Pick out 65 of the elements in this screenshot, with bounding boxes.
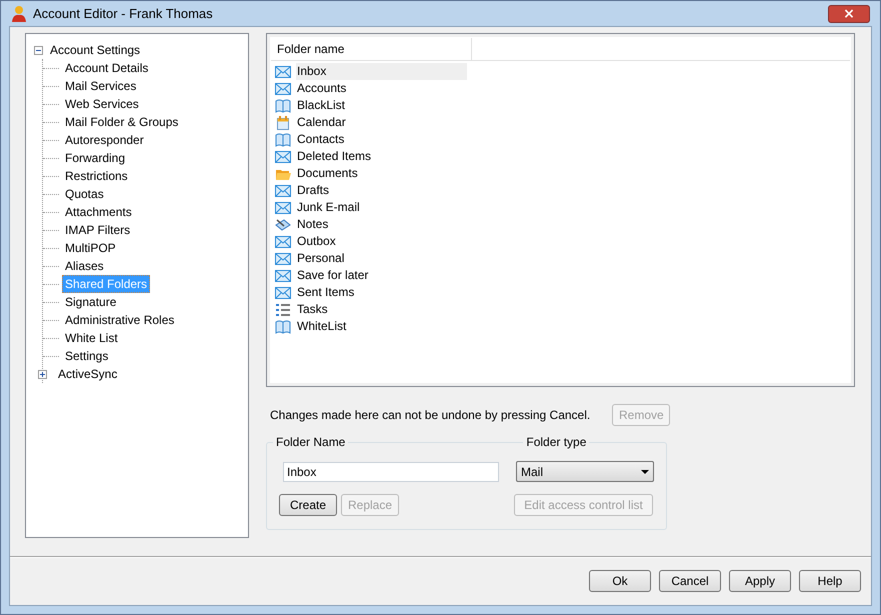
tree-item[interactable]: Forwarding — [62, 149, 128, 167]
tree-item[interactable]: Web Services — [62, 95, 142, 113]
tree-item[interactable]: ActiveSync — [55, 365, 120, 383]
close-button[interactable]: × — [828, 4, 870, 22]
tree-item[interactable]: White List — [62, 329, 121, 347]
list-icon — [275, 302, 291, 316]
tree-item[interactable]: IMAP Filters — [62, 221, 134, 239]
folder-item[interactable]: BlackList — [296, 97, 467, 114]
tree-item[interactable]: Account Details — [62, 59, 152, 77]
dialog-button[interactable]: Help — [799, 570, 861, 592]
dialog-button[interactable]: Apply — [729, 570, 791, 592]
folder-item[interactable]: Junk E-mail — [296, 199, 467, 216]
dialog-button[interactable]: Ok — [589, 570, 651, 592]
tree-item[interactable]: Mail Folder & Groups — [62, 113, 182, 131]
tree-item[interactable]: Attachments — [62, 203, 135, 221]
group-label: Folder type — [523, 435, 590, 449]
folder-name-field[interactable]: Inbox — [283, 462, 499, 482]
notepad-icon — [275, 218, 291, 232]
folder-item[interactable]: Accounts — [296, 80, 467, 97]
warning-text: Changes made here can not be undone by pressing Cancel. — [270, 408, 590, 422]
folder-item[interactable]: WhiteList — [296, 318, 467, 335]
window-title: Account Editor - Frank Thomas — [33, 6, 214, 21]
folder-item[interactable]: Notes — [296, 216, 467, 233]
folder-item[interactable]: Calendar — [296, 114, 467, 131]
folder-item[interactable]: Deleted Items — [296, 148, 467, 165]
folder-item[interactable]: Drafts — [296, 182, 467, 199]
tree-item[interactable]: Mail Services — [62, 77, 140, 95]
envelope-icon — [275, 252, 291, 266]
envelope-icon — [275, 150, 291, 164]
book-icon — [275, 132, 291, 146]
envelope-icon — [275, 286, 291, 300]
tree-item[interactable]: Autoresponder — [62, 131, 147, 149]
folder-item[interactable]: Save for later — [296, 267, 467, 284]
envelope-icon — [275, 82, 291, 96]
folder-item[interactable]: Personal — [296, 250, 467, 267]
expand-icon[interactable] — [38, 370, 47, 378]
envelope-icon — [275, 268, 291, 282]
tree-item[interactable]: Signature — [62, 293, 120, 311]
tree-item[interactable]: Quotas — [62, 185, 107, 203]
tree-item[interactable]: Settings — [62, 347, 112, 365]
folder-item[interactable]: Tasks — [296, 301, 467, 318]
calendar-icon — [275, 116, 291, 130]
tree-item[interactable]: Administrative Roles — [62, 311, 178, 329]
envelope-icon — [275, 200, 291, 214]
tree-item[interactable]: MultiPOP — [62, 239, 119, 257]
envelope-icon — [275, 234, 291, 248]
book-icon — [275, 98, 291, 112]
envelope-icon — [275, 184, 291, 198]
folder-item[interactable]: Contacts — [296, 131, 467, 148]
book-icon — [275, 320, 291, 334]
person-icon — [11, 4, 27, 22]
collapse-icon[interactable] — [34, 46, 43, 54]
dialog-button[interactable]: Cancel — [659, 570, 721, 592]
tree-item[interactable]: Aliases — [62, 257, 107, 275]
tree-item[interactable]: Restrictions — [62, 167, 131, 185]
folder-type-dropdown[interactable]: Mail — [516, 461, 654, 482]
create-button[interactable]: Create — [279, 494, 337, 516]
folder-item[interactable]: Sent Items — [296, 284, 467, 301]
group-label: Folder Name — [273, 435, 348, 449]
dropdown-arrow-icon — [641, 470, 649, 474]
tree-item[interactable]: Account Settings — [47, 41, 144, 59]
folder-item[interactable]: Inbox — [296, 63, 467, 80]
folder-item[interactable]: Documents — [296, 165, 467, 182]
folder-item[interactable]: Outbox — [296, 233, 467, 250]
envelope-icon — [275, 64, 291, 78]
